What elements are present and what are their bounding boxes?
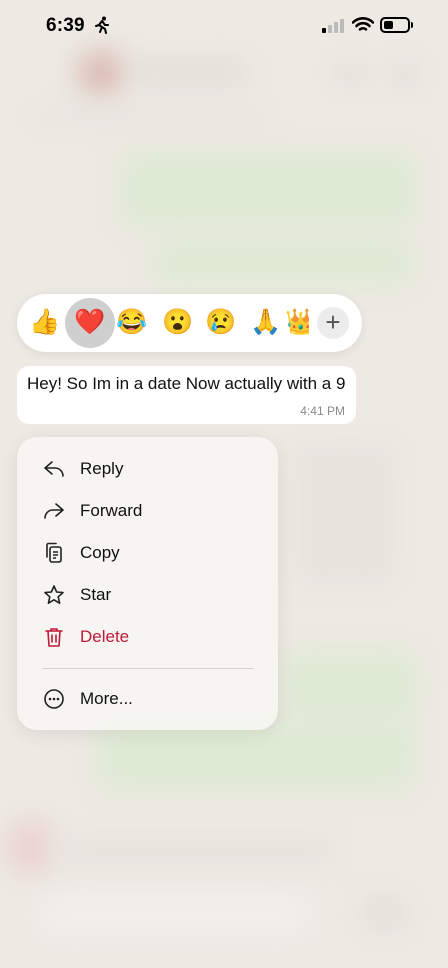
menu-item-more[interactable]: More... [17,678,278,720]
trash-icon [45,628,63,647]
reaction-laughing[interactable]: 😂 [115,307,149,337]
menu-item-forward[interactable]: Forward [17,490,278,532]
reaction-praying-hands[interactable]: 🙏 [249,307,283,337]
copy-icon [46,542,62,563]
menu-item-reply[interactable]: Reply [17,448,278,490]
status-bar: 6:39 [0,0,448,54]
reaction-heart[interactable]: ❤️ [73,307,107,337]
reaction-bar: 👍 ❤️ 😂 😮 😢 🙏 👑 + [17,294,362,352]
add-reaction-button[interactable]: + [317,307,349,339]
battery-tip [411,22,413,28]
wifi-icon [352,17,374,31]
status-time: 6:39 [46,15,85,36]
cellular-signal-icon [322,19,344,33]
menu-item-label: Reply [80,459,124,478]
reaction-crown[interactable]: 👑 [285,307,309,337]
menu-item-label: Delete [80,627,130,646]
battery-icon [380,17,410,33]
forward-icon [44,503,64,519]
menu-item-label: Forward [80,501,143,520]
menu-item-copy[interactable]: Copy [17,532,278,574]
message-text: Hey! So Im in a date Now actually with a… [27,374,346,393]
menu-item-delete[interactable]: Delete [17,616,278,658]
star-icon [44,585,64,604]
menu-item-label: More... [80,689,133,708]
menu-item-star[interactable]: Star [17,574,278,616]
reaction-thumbs-up[interactable]: 👍 [28,307,62,337]
menu-item-label: Star [80,585,112,604]
reply-icon [44,461,64,477]
message-context-menu: Reply Forward Copy Star Delete More... [17,437,278,730]
reaction-surprised[interactable]: 😮 [161,307,195,337]
menu-item-label: Copy [80,543,120,562]
message-bubble[interactable]: Hey! So Im in a date Now actually with a… [17,366,356,424]
menu-divider [42,668,253,669]
reaction-crying[interactable]: 😢 [204,307,238,337]
message-timestamp: 4:41 PM [300,404,345,418]
more-icon [44,689,64,709]
fitness-activity-icon [94,16,110,39]
